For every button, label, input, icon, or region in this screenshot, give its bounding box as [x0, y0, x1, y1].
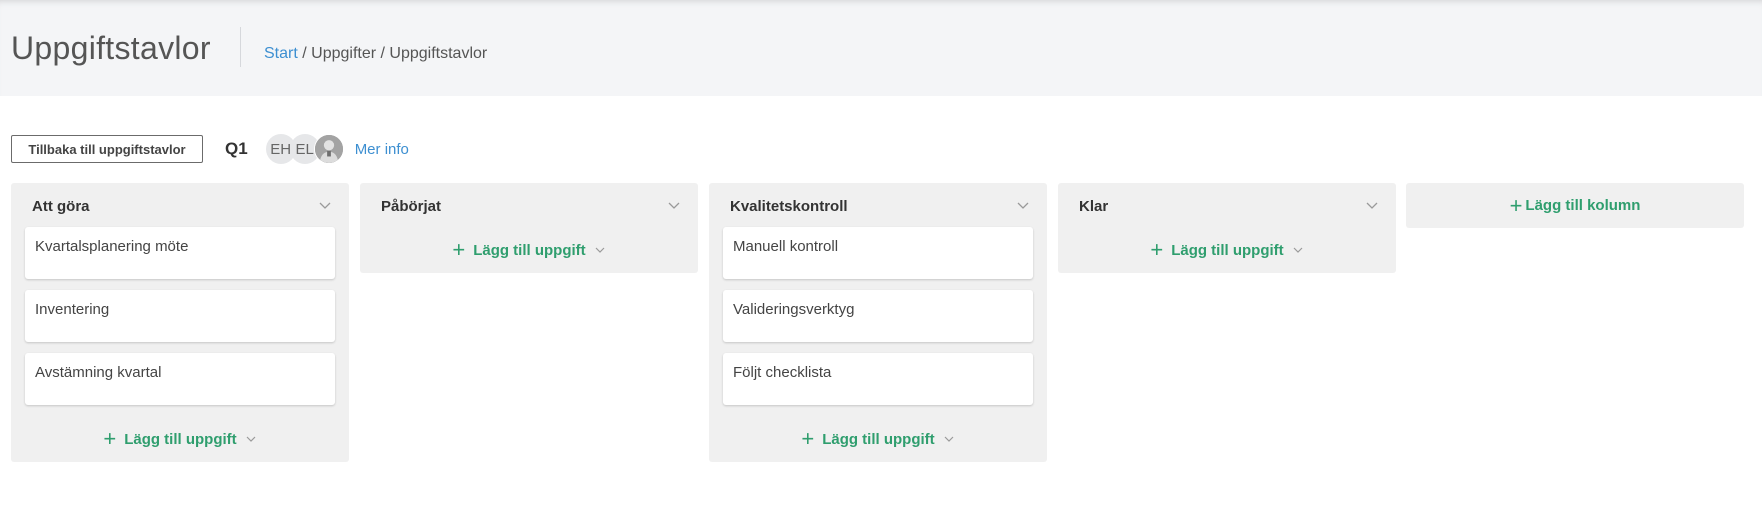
breadcrumb-start-link[interactable]: Start — [264, 45, 298, 62]
page-title: Uppgiftstavlor — [11, 30, 211, 66]
board-toolbar: Tillbaka till uppgiftstavlor Q1 EH EL Me… — [11, 134, 409, 164]
task-card[interactable]: Inventering — [25, 290, 335, 342]
task-card[interactable]: Kvartalsplanering möte — [25, 227, 335, 279]
chevron-down-icon[interactable] — [666, 197, 682, 213]
chevron-down-icon[interactable] — [943, 433, 955, 445]
breadcrumb-separator: / — [376, 45, 390, 62]
user-photo-icon — [314, 135, 343, 163]
chevron-down-icon[interactable] — [594, 244, 606, 256]
add-column-label: Lägg till kolumn — [1525, 197, 1641, 214]
column-title: Klar — [1079, 198, 1109, 215]
breadcrumb-separator: / — [297, 45, 312, 62]
breadcrumb-uppgifter: Uppgifter — [311, 45, 377, 62]
add-task-button[interactable]: + Lägg till uppgift — [1058, 227, 1396, 273]
plus-icon: + — [1509, 192, 1523, 218]
column-paborjat: Påbörjat + Lägg till uppgift — [360, 183, 698, 273]
chevron-down-icon[interactable] — [245, 433, 257, 445]
plus-icon: + — [452, 237, 466, 262]
add-task-button[interactable]: + Lägg till uppgift — [709, 416, 1047, 462]
member-avatars: EH EL — [265, 134, 344, 164]
task-title: Följt checklista — [733, 364, 832, 381]
title-divider — [240, 27, 241, 67]
task-title: Manuell kontroll — [733, 238, 839, 255]
task-title: Avstämning kvartal — [35, 364, 162, 381]
breadcrumb-current: Uppgiftstavlor — [389, 45, 488, 62]
column-header: Att göra — [11, 183, 349, 227]
page-header: Uppgiftstavlor Start / Uppgifter / Uppgi… — [0, 0, 1762, 96]
add-task-label: Lägg till uppgift — [124, 430, 237, 448]
add-task-label: Lägg till uppgift — [1171, 241, 1284, 259]
chevron-down-icon[interactable] — [1364, 197, 1380, 213]
task-title: Valideringsverktyg — [733, 301, 855, 318]
task-card[interactable]: Valideringsverktyg — [723, 290, 1033, 342]
add-task-button[interactable]: + Lägg till uppgift — [11, 416, 349, 462]
add-task-button[interactable]: + Lägg till uppgift — [360, 227, 698, 273]
column-header: Klar — [1058, 183, 1396, 227]
column-att-gora: Att göra Kvartalsplanering möte Inventer… — [11, 183, 349, 462]
breadcrumb: Start / Uppgifter / Uppgiftstavlor — [264, 45, 487, 63]
add-column-button[interactable]: + Lägg till kolumn — [1406, 183, 1744, 228]
column-header: Påbörjat — [360, 183, 698, 227]
plus-icon: + — [801, 426, 815, 451]
task-card[interactable]: Avstämning kvartal — [25, 353, 335, 405]
task-card[interactable]: Manuell kontroll — [723, 227, 1033, 279]
back-to-boards-button[interactable]: Tillbaka till uppgiftstavlor — [11, 135, 203, 163]
column-klar: Klar + Lägg till uppgift — [1058, 183, 1396, 273]
task-title: Inventering — [35, 301, 110, 318]
chevron-down-icon[interactable] — [1292, 244, 1304, 256]
column-title: Att göra — [32, 198, 90, 215]
column-title: Kvalitetskontroll — [730, 198, 848, 215]
add-task-label: Lägg till uppgift — [822, 430, 935, 448]
chevron-down-icon[interactable] — [1015, 197, 1031, 213]
chevron-down-icon[interactable] — [317, 197, 333, 213]
task-title: Kvartalsplanering möte — [35, 238, 189, 255]
avatar-photo[interactable] — [313, 134, 344, 164]
column-header: Kvalitetskontroll — [709, 183, 1047, 227]
add-task-label: Lägg till uppgift — [473, 241, 586, 259]
board-name: Q1 — [225, 139, 248, 158]
column-kvalitetskontroll: Kvalitetskontroll Manuell kontroll Valid… — [709, 183, 1047, 462]
column-title: Påbörjat — [381, 198, 442, 215]
plus-icon: + — [103, 426, 117, 451]
more-info-link[interactable]: Mer info — [355, 141, 409, 158]
plus-icon: + — [1150, 237, 1164, 262]
task-card[interactable]: Följt checklista — [723, 353, 1033, 405]
